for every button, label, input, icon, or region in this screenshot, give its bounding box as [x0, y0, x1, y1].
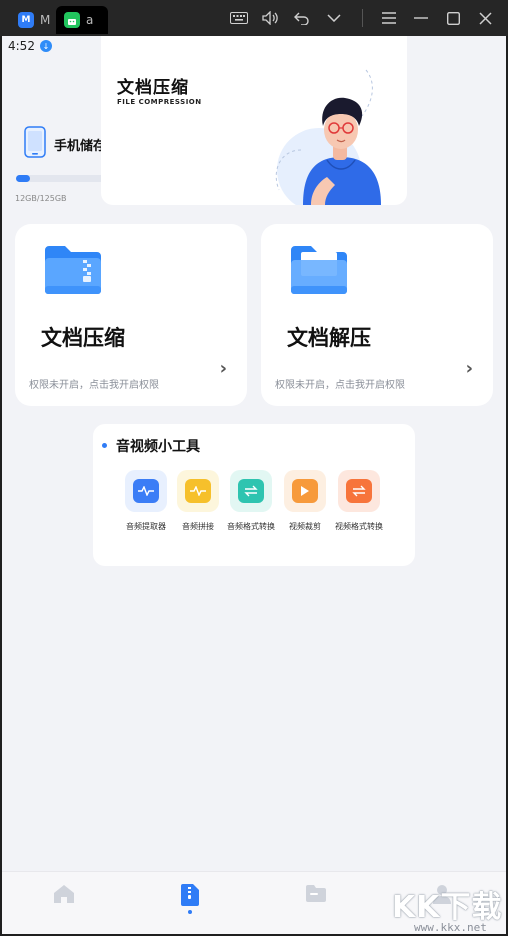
- open-folder-icon: [291, 246, 347, 294]
- tool-label: 音频拼接: [182, 522, 214, 531]
- nav-home[interactable]: [42, 884, 86, 924]
- banner-title: 文档压缩: [117, 78, 189, 98]
- av-tools-title: 音视频小工具: [116, 439, 200, 455]
- watermark-url: www.kkx.net: [414, 921, 487, 934]
- status-time: 4:52: [8, 39, 35, 53]
- tool-video-convert[interactable]: 视频格式转换: [332, 470, 386, 532]
- tool-tile: [338, 470, 380, 512]
- titlebar-divider: [362, 9, 363, 27]
- chevron-right-icon: ›: [465, 358, 473, 379]
- compress-card[interactable]: 文档压缩 权限未开启，点击我开启权限 ›: [15, 224, 247, 406]
- android-icon: [64, 12, 80, 28]
- compression-banner[interactable]: 文档压缩 FILE COMPRESSION: [101, 36, 407, 205]
- chevron-right-icon: ›: [219, 358, 227, 379]
- phone-screen: 4:52 ↓ 手机储存空间 12GB/125GB 9% 文档压缩 FILE CO…: [2, 36, 506, 934]
- section-bullet: [102, 443, 107, 448]
- tool-tile: [284, 470, 326, 512]
- audio-splice-icon: [185, 479, 211, 503]
- nav-documents[interactable]: [168, 884, 212, 924]
- banner-subtitle: FILE COMPRESSION: [117, 98, 202, 106]
- tool-tile: [125, 470, 167, 512]
- tool-label: 视频格式转换: [335, 522, 383, 531]
- tool-label: 视频裁剪: [289, 522, 321, 531]
- audio-convert-icon: [238, 479, 264, 503]
- video-crop-icon: [292, 479, 318, 503]
- nav-active-indicator: [188, 910, 192, 914]
- nav-files[interactable]: [294, 884, 338, 924]
- phone-storage-icon: [24, 126, 46, 158]
- maximize-icon[interactable]: [442, 7, 464, 29]
- storage-size-text: 12GB/125GB: [15, 194, 67, 203]
- download-status-icon: ↓: [39, 40, 52, 52]
- status-bar: 4:52 ↓: [8, 39, 52, 53]
- home-icon: [54, 885, 74, 903]
- person-illustration: [275, 69, 381, 205]
- volume-icon[interactable]: [259, 7, 281, 29]
- zip-folder-icon: [45, 246, 101, 294]
- compress-card-title: 文档压缩: [41, 326, 125, 350]
- av-tools-panel: 音视频小工具 音频提取器 音频拼接 音频格式转换 视频裁剪 视频格式转换: [93, 424, 415, 566]
- tool-audio-convert[interactable]: 音频格式转换: [224, 470, 278, 532]
- decompress-card-note: 权限未开启，点击我开启权限: [275, 380, 405, 391]
- tab-active[interactable]: a: [56, 6, 108, 34]
- compress-card-note: 权限未开启，点击我开启权限: [29, 380, 159, 391]
- watermark-logo: KK下载: [392, 890, 503, 925]
- document-icon: [181, 884, 199, 906]
- tool-label: 音频格式转换: [227, 522, 275, 531]
- blue-app-icon: M: [18, 12, 34, 28]
- video-convert-icon: [346, 479, 372, 503]
- decompress-card[interactable]: 文档解压 权限未开启，点击我开启权限 ›: [261, 224, 493, 406]
- tool-tile: [177, 470, 219, 512]
- undo-icon[interactable]: [291, 7, 313, 29]
- folder-icon: [306, 885, 326, 902]
- tab-inactive-label: M: [40, 13, 50, 27]
- tab-active-label: a: [86, 13, 94, 27]
- decompress-card-title: 文档解压: [287, 326, 371, 350]
- menu-icon[interactable]: [378, 7, 400, 29]
- audio-extract-icon: [133, 479, 159, 503]
- emulator-title-bar: M M a: [0, 0, 508, 36]
- tool-audio-extract[interactable]: 音频提取器: [119, 470, 173, 532]
- tool-tile: [230, 470, 272, 512]
- chevron-down-icon[interactable]: [323, 7, 345, 29]
- storage-progress-fill: [16, 175, 30, 182]
- keyboard-icon[interactable]: [228, 7, 250, 29]
- close-icon[interactable]: [474, 7, 496, 29]
- tab-inactive[interactable]: M M: [10, 6, 56, 34]
- tool-audio-splice[interactable]: 音频拼接: [171, 470, 225, 532]
- minimize-icon[interactable]: [410, 7, 432, 29]
- tool-label: 音频提取器: [126, 522, 166, 531]
- tool-video-crop[interactable]: 视频裁剪: [278, 470, 332, 532]
